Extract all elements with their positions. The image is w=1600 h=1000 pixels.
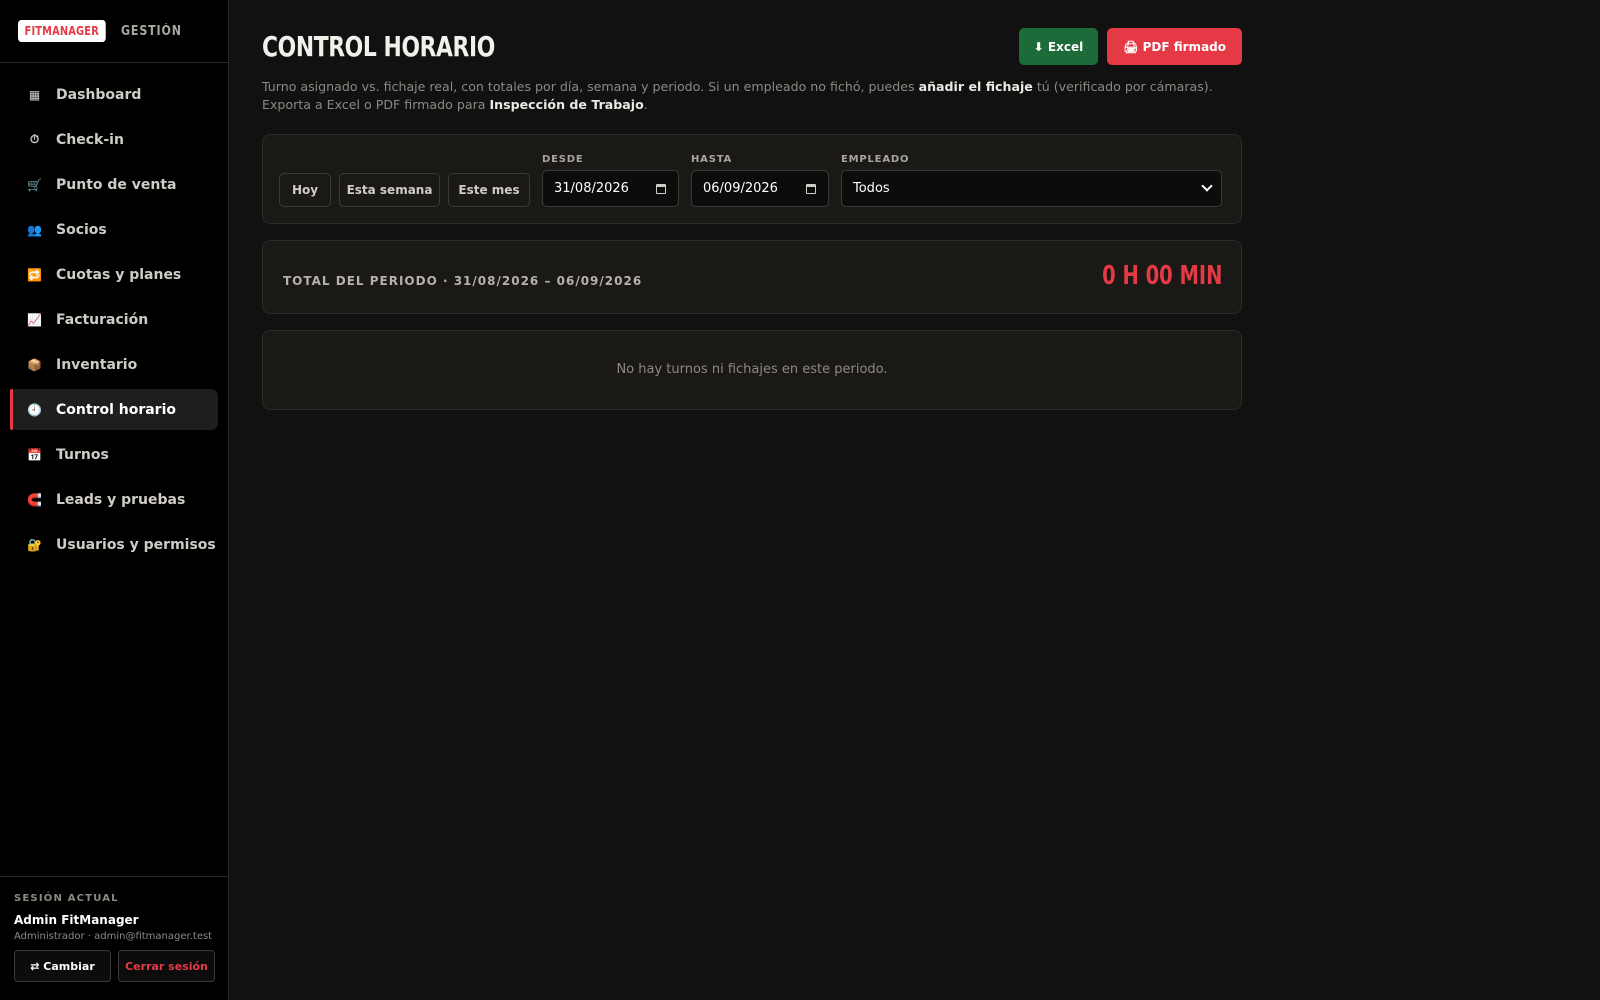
sidebar-item-label: Cuotas y planes bbox=[56, 266, 182, 283]
cart-icon: 🛒 bbox=[27, 177, 42, 192]
page-description: Turno asignado vs. fichaje real, con tot… bbox=[262, 78, 1242, 114]
empty-state-message: No hay turnos ni fichajes en este period… bbox=[616, 362, 888, 377]
magnet-icon: 🧲 bbox=[27, 492, 42, 507]
description-text-1: Turno asignado vs. fichaje real, con tot… bbox=[262, 79, 919, 94]
sidebar-item-label: Usuarios y permisos bbox=[56, 536, 216, 553]
employee-select-value: Todos bbox=[853, 181, 890, 196]
sidebar-item-label: Punto de venta bbox=[56, 176, 177, 193]
period-totals-card: TOTAL DEL PERIODO · 31/08/2026 – 06/09/2… bbox=[262, 240, 1242, 314]
chevron-down-icon bbox=[1201, 180, 1213, 192]
from-label: DESDE bbox=[542, 154, 584, 165]
sidebar-item-punto-de-venta[interactable]: 🛒 Punto de venta bbox=[10, 164, 218, 205]
brand-subtitle: GESTIÓN bbox=[120, 23, 182, 39]
users-icon: 👥 bbox=[27, 222, 42, 237]
sidebar-nav: ▦ Dashboard ⏱ Check-in 🛒 Punto de venta 👥 Socio… bbox=[0, 63, 228, 565]
sidebar-item-control-horario[interactable]: 🕘 Control horario bbox=[10, 389, 218, 430]
sidebar-item-cuotas-y-planes[interactable]: 🔁 Cuotas y planes bbox=[10, 254, 218, 295]
switch-user-button[interactable]: ⇄ Cambiar bbox=[14, 950, 111, 982]
employee-select[interactable]: Todos bbox=[841, 170, 1222, 207]
this-week-button[interactable]: Esta semana bbox=[339, 173, 440, 207]
description-bold-1: añadir el fichaje bbox=[918, 79, 1033, 94]
sidebar-item-label: Leads y pruebas bbox=[56, 491, 186, 508]
export-pdf-button[interactable]: 🖨 PDF firmado bbox=[1107, 28, 1242, 65]
sidebar-item-label: Control horario bbox=[56, 401, 177, 418]
sidebar-item-check-in[interactable]: ⏱ Check-in bbox=[10, 119, 218, 160]
sidebar-item-label: Check-in bbox=[56, 131, 124, 148]
to-label: HASTA bbox=[691, 154, 733, 165]
sidebar: FITMANAGER GESTIÓN ▦ Dashboard ⏱ Check-in 🛒 P… bbox=[0, 0, 229, 1000]
session-panel: SESIÓN ACTUAL Admin FitManager Administr… bbox=[0, 876, 229, 1000]
this-month-button[interactable]: Este mes bbox=[448, 173, 530, 207]
sidebar-item-inventario[interactable]: 📦 Inventario bbox=[10, 344, 218, 385]
sidebar-item-facturación[interactable]: 📈 Facturación bbox=[10, 299, 218, 340]
repeat-icon: 🔁 bbox=[27, 267, 42, 282]
logout-button[interactable]: Cerrar sesión bbox=[118, 950, 215, 982]
sidebar-item-label: Facturación bbox=[56, 311, 149, 328]
sidebar-item-label: Turnos bbox=[56, 446, 109, 463]
calendar-icon[interactable] bbox=[806, 184, 816, 194]
session-label: SESIÓN ACTUAL bbox=[14, 893, 119, 904]
filters-card: Hoy Esta semana Este mes DESDE 31/08/202… bbox=[262, 134, 1242, 224]
from-date-input[interactable]: 31/08/2026 bbox=[542, 170, 679, 207]
package-icon: 📦 bbox=[27, 357, 42, 372]
session-user-role: Administrador · admin@fitmanager.test bbox=[14, 931, 213, 942]
brand: FITMANAGER GESTIÓN bbox=[0, 0, 228, 63]
lock-icon: 🔐 bbox=[27, 537, 42, 552]
sidebar-item-usuarios-y-permisos[interactable]: 🔐 Usuarios y permisos bbox=[10, 524, 218, 565]
page-title: CONTROL HORARIO bbox=[262, 30, 495, 63]
sidebar-item-leads-y-pruebas[interactable]: 🧲 Leads y pruebas bbox=[10, 479, 218, 520]
employee-label: EMPLEADO bbox=[841, 154, 910, 165]
calendar-icon[interactable] bbox=[656, 184, 666, 194]
grid-icon: ▦ bbox=[28, 87, 41, 102]
sidebar-item-label: Inventario bbox=[56, 356, 138, 373]
sidebar-item-dashboard[interactable]: ▦ Dashboard bbox=[10, 74, 218, 115]
calendar-icon: 📅 bbox=[27, 447, 42, 462]
clock-icon: 🕘 bbox=[27, 402, 42, 417]
sidebar-item-turnos[interactable]: 📅 Turnos bbox=[10, 434, 218, 475]
sidebar-item-socios[interactable]: 👥 Socios bbox=[10, 209, 218, 250]
sidebar-item-label: Socios bbox=[56, 221, 107, 238]
period-totals-value: 0 H 00 MIN bbox=[1101, 261, 1222, 291]
session-buttons: ⇄ Cambiar Cerrar sesión bbox=[14, 950, 215, 982]
to-date-value: 06/09/2026 bbox=[703, 181, 778, 196]
stopwatch-icon: ⏱ bbox=[29, 132, 40, 146]
export-excel-button[interactable]: ⬇ Excel bbox=[1018, 28, 1099, 65]
from-date-value: 31/08/2026 bbox=[554, 181, 629, 196]
chart-icon: 📈 bbox=[27, 312, 42, 327]
period-totals-label: TOTAL DEL PERIODO · 31/08/2026 – 06/09/2… bbox=[283, 274, 643, 288]
empty-state-card: No hay turnos ni fichajes en este period… bbox=[262, 330, 1242, 410]
description-text-3: . bbox=[643, 97, 648, 112]
to-date-input[interactable]: 06/09/2026 bbox=[691, 170, 829, 207]
description-bold-2: Inspección de Trabajo bbox=[489, 97, 644, 112]
export-actions: ⬇ Excel 🖨 PDF firmado bbox=[1018, 28, 1242, 65]
session-user-name: Admin FitManager bbox=[14, 913, 139, 927]
brand-logo[interactable]: FITMANAGER bbox=[18, 20, 106, 42]
today-button[interactable]: Hoy bbox=[279, 173, 331, 207]
sidebar-item-label: Dashboard bbox=[56, 86, 142, 103]
